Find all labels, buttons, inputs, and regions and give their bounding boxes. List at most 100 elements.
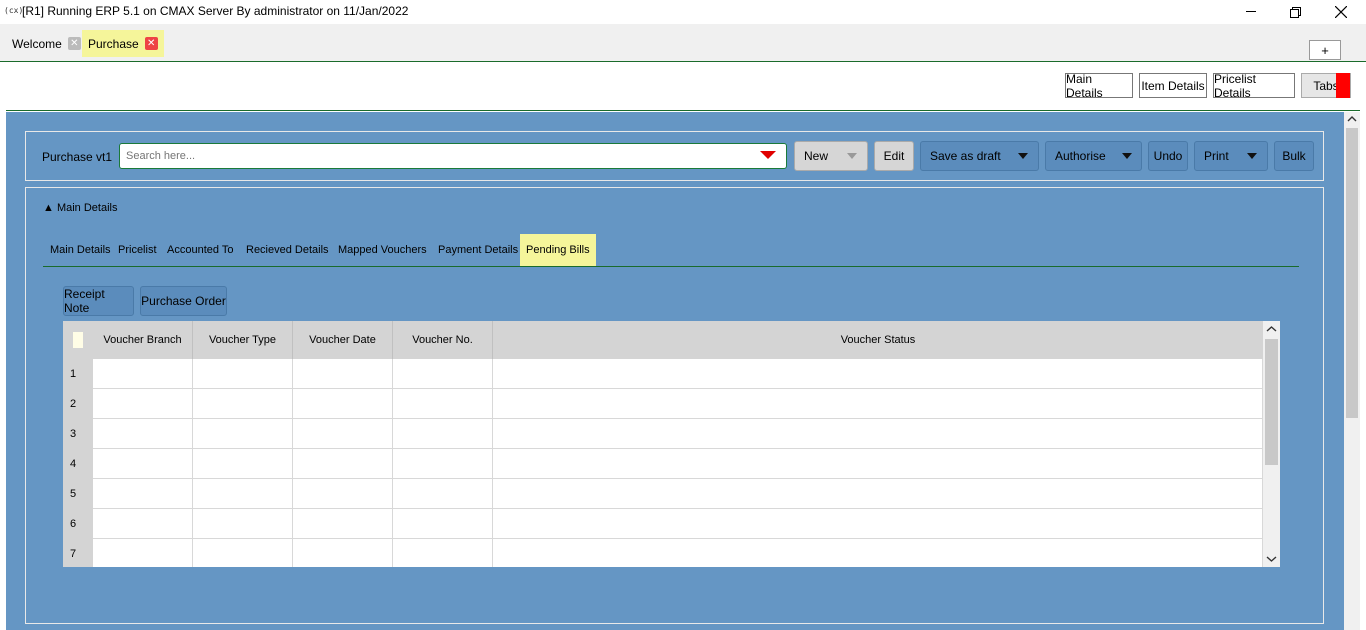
scroll-up-icon[interactable] xyxy=(1266,325,1277,333)
tab-accounted-to[interactable]: Accounted To xyxy=(161,234,239,266)
grid-cell[interactable] xyxy=(293,359,393,389)
grid-cell[interactable] xyxy=(293,449,393,479)
print-label: Print xyxy=(1204,149,1229,163)
tab-welcome[interactable]: Welcome ✕ xyxy=(6,30,87,57)
close-icon[interactable]: ✕ xyxy=(67,37,81,50)
chevron-down-icon xyxy=(847,153,857,159)
grid-cell[interactable] xyxy=(493,359,1263,389)
tab-payment-details[interactable]: Payment Details xyxy=(432,234,524,266)
row-number[interactable]: 6 xyxy=(63,509,93,539)
grid-cell[interactable] xyxy=(293,539,393,567)
tab-welcome-label: Welcome xyxy=(12,36,62,51)
tabs-button-label: Tabs xyxy=(1313,78,1339,93)
row-number[interactable]: 2 xyxy=(63,389,93,419)
grid-cell[interactable] xyxy=(93,359,193,389)
grid-cell[interactable] xyxy=(393,389,493,419)
minimize-icon[interactable] xyxy=(1228,0,1274,24)
grid-cell[interactable] xyxy=(193,539,293,567)
tab-main-details[interactable]: Main Details xyxy=(44,234,117,266)
grid-cell[interactable] xyxy=(193,479,293,509)
authorise-label: Authorise xyxy=(1055,149,1106,163)
grid-header: Voucher Branch Voucher Type Voucher Date… xyxy=(63,321,1263,359)
bulk-button[interactable]: Bulk xyxy=(1274,141,1314,171)
close-icon[interactable]: ✕ xyxy=(144,37,158,50)
grid-cell[interactable] xyxy=(493,479,1263,509)
grid-cell[interactable] xyxy=(93,419,193,449)
new-button[interactable]: New xyxy=(794,141,868,171)
grid-cell[interactable] xyxy=(193,449,293,479)
main-details-button[interactable]: Main Details xyxy=(1065,72,1133,100)
row-number[interactable]: 5 xyxy=(63,479,93,509)
column-header-voucher-type[interactable]: Voucher Type xyxy=(193,321,293,359)
column-header-voucher-status[interactable]: Voucher Status xyxy=(493,321,1263,359)
main-scrollbar-thumb[interactable] xyxy=(1346,128,1358,418)
authorise-button[interactable]: Authorise xyxy=(1045,141,1142,171)
tab-purchase[interactable]: Purchase ✕ xyxy=(82,30,164,57)
row-number[interactable]: 1 xyxy=(63,359,93,389)
grid-cell[interactable] xyxy=(493,509,1263,539)
tab-pending-bills[interactable]: Pending Bills xyxy=(520,234,596,266)
grid-cell[interactable] xyxy=(93,479,193,509)
column-header-voucher-date[interactable]: Voucher Date xyxy=(293,321,393,359)
tab-recieved-details[interactable]: Recieved Details xyxy=(240,234,335,266)
undo-button[interactable]: Undo xyxy=(1148,141,1188,171)
restore-icon[interactable] xyxy=(1272,0,1318,24)
grid-cell[interactable] xyxy=(393,419,493,449)
tab-divider xyxy=(43,266,1299,267)
grid-cell[interactable] xyxy=(293,479,393,509)
row-number[interactable]: 4 xyxy=(63,449,93,479)
pending-bills-grid: Voucher Branch Voucher Type Voucher Date… xyxy=(63,321,1280,567)
grid-cell[interactable] xyxy=(393,359,493,389)
search-dropdown-icon[interactable] xyxy=(760,151,776,159)
receipt-note-button[interactable]: Receipt Note xyxy=(63,286,134,316)
grid-cell[interactable] xyxy=(193,359,293,389)
document-tab-strip xyxy=(0,24,1366,62)
grid-cell[interactable] xyxy=(393,449,493,479)
new-button-label: New xyxy=(804,149,829,163)
grid-cell[interactable] xyxy=(93,389,193,419)
title-bar: (cx) [R1] Running ERP 5.1 on CMAX Server… xyxy=(0,0,1366,24)
purchase-order-button[interactable]: Purchase Order xyxy=(140,286,227,316)
grid-cell[interactable] xyxy=(293,419,393,449)
tab-pricelist[interactable]: Pricelist xyxy=(112,234,163,266)
search-box[interactable] xyxy=(119,143,787,169)
row-number[interactable]: 7 xyxy=(63,539,93,567)
chevron-down-icon[interactable] xyxy=(1247,153,1257,159)
search-input[interactable] xyxy=(126,145,746,167)
column-header-voucher-no[interactable]: Voucher No. xyxy=(393,321,493,359)
tab-purchase-label: Purchase xyxy=(88,36,139,51)
row-number[interactable]: 3 xyxy=(63,419,93,449)
save-as-draft-button[interactable]: Save as draft xyxy=(920,141,1039,171)
tabs-indicator xyxy=(1336,73,1350,98)
add-tab-button[interactable]: + xyxy=(1309,40,1341,60)
grid-cell[interactable] xyxy=(93,539,193,567)
main-details-header[interactable]: ▲ Main Details xyxy=(43,202,117,214)
grid-cell[interactable] xyxy=(493,539,1263,567)
grid-cell[interactable] xyxy=(493,419,1263,449)
tab-mapped-vouchers[interactable]: Mapped Vouchers xyxy=(332,234,433,266)
chevron-down-icon[interactable] xyxy=(1122,153,1132,159)
grid-cell[interactable] xyxy=(493,449,1263,479)
column-header-voucher-branch[interactable]: Voucher Branch xyxy=(93,321,193,359)
chevron-down-icon[interactable] xyxy=(1018,153,1028,159)
edit-button[interactable]: Edit xyxy=(874,141,914,171)
print-button[interactable]: Print xyxy=(1194,141,1268,171)
scroll-up-icon[interactable] xyxy=(1346,114,1358,127)
grid-cell[interactable] xyxy=(393,479,493,509)
grid-cell[interactable] xyxy=(393,509,493,539)
scroll-down-icon[interactable] xyxy=(1266,555,1277,563)
grid-cell[interactable] xyxy=(493,389,1263,419)
close-icon[interactable] xyxy=(1318,0,1364,24)
item-details-button[interactable]: Item Details xyxy=(1139,73,1207,98)
grid-cell[interactable] xyxy=(93,509,193,539)
grid-cell[interactable] xyxy=(293,509,393,539)
grid-cell[interactable] xyxy=(193,509,293,539)
pricelist-details-button[interactable]: Pricelist Details xyxy=(1213,72,1295,100)
grid-cell[interactable] xyxy=(193,389,293,419)
grid-cell[interactable] xyxy=(193,419,293,449)
grid-scrollbar-thumb[interactable] xyxy=(1265,339,1278,465)
grid-cell[interactable] xyxy=(293,389,393,419)
select-all-cell[interactable] xyxy=(73,332,83,348)
grid-cell[interactable] xyxy=(93,449,193,479)
grid-cell[interactable] xyxy=(393,539,493,567)
